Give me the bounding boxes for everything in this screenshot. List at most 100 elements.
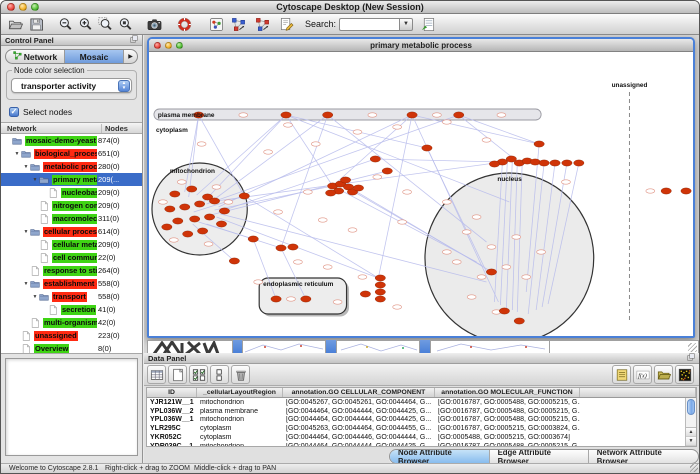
close-button[interactable]: [7, 3, 15, 11]
column-header[interactable]: ID: [147, 388, 197, 397]
new-attribute-icon[interactable]: [168, 365, 187, 384]
tree-row[interactable]: ▼biological_process651(0): [1, 147, 142, 160]
layout-red-icon[interactable]: [253, 15, 271, 33]
tree-row[interactable]: cell communicat22(0): [1, 251, 142, 264]
float-panel-icon[interactable]: [687, 353, 695, 363]
background-window[interactable]: [336, 340, 420, 353]
tab-network[interactable]: Network: [6, 50, 65, 63]
minimize-button[interactable]: [19, 3, 27, 11]
network-zoom-button[interactable]: [176, 42, 183, 49]
search-dropdown-arrow-icon[interactable]: ▼: [399, 18, 413, 31]
tree-row[interactable]: ▼primary metabo209(...: [1, 173, 142, 186]
table-cell: mitochondrion: [197, 399, 283, 406]
tree-row[interactable]: unassigned223(0): [1, 329, 142, 342]
expand-arrow-icon[interactable]: ▼: [22, 229, 30, 235]
search-input[interactable]: [339, 18, 399, 31]
vizmapper-icon[interactable]: [207, 15, 225, 33]
matrix-view-icon[interactable]: [675, 365, 694, 384]
import-attributes-icon[interactable]: [654, 365, 673, 384]
attribute-table-row[interactable]: YJR121W__1mitochondrion[GO:0045267, GO:0…: [147, 398, 685, 407]
background-window[interactable]: [430, 340, 550, 353]
main-toolbar: Search: ▼: [1, 14, 699, 35]
tab-node-attribute-browser[interactable]: Node Attribute Browser: [390, 450, 490, 463]
attribute-table-row[interactable]: YLR295Ccytoplasm[GO:0045263, GO:0044464,…: [147, 424, 685, 433]
tree-row[interactable]: response to stimulu264(0): [1, 264, 142, 277]
table-vertical-scrollbar[interactable]: ▲ ▼: [685, 398, 696, 446]
zoom-in-icon[interactable]: [76, 15, 94, 33]
column-header[interactable]: annotation.GO MOLECULAR_FUNCTION: [435, 388, 580, 397]
tree-row-label: cell communicat: [52, 253, 97, 263]
tree-col-nodes[interactable]: Nodes: [102, 124, 142, 133]
attribute-table-icon[interactable]: [147, 365, 166, 384]
help-icon[interactable]: [175, 15, 193, 33]
float-panel-icon[interactable]: [130, 35, 138, 45]
tree-row[interactable]: ▼metabolic process280(0): [1, 160, 142, 173]
tree-row[interactable]: ▼transport558(0): [1, 290, 142, 303]
snapshot-icon[interactable]: [145, 15, 163, 33]
tree-row[interactable]: Overview8(0): [1, 342, 142, 353]
scrollbar-thumb[interactable]: [687, 399, 695, 415]
network-window-titlebar[interactable]: primary metabolic process: [149, 39, 693, 52]
network-graph[interactable]: plasma membranecytoplasmmitochondrionnuc…: [149, 52, 693, 336]
tree-row[interactable]: nitrogen compo209(0): [1, 199, 142, 212]
zoom-selected-icon[interactable]: [96, 15, 114, 33]
cytoscape-window: Cytoscape Desktop (New Session) Search: …: [0, 0, 700, 474]
tree-col-network[interactable]: Network: [1, 124, 102, 133]
scroll-down-icon[interactable]: ▼: [686, 437, 696, 446]
select-nodes-checkbox[interactable]: ✓: [9, 107, 19, 117]
delete-attribute-icon[interactable]: [231, 365, 250, 384]
network-close-button[interactable]: [154, 42, 161, 49]
zoom-out-icon[interactable]: [56, 15, 74, 33]
layout-blue-icon[interactable]: [229, 15, 247, 33]
tree-row[interactable]: secretion41(0): [1, 303, 142, 316]
background-window-border: [420, 340, 430, 353]
tree-row[interactable]: multi-organism pro42(0): [1, 316, 142, 329]
column-header[interactable]: annotation.GO CELLULAR_COMPONENT: [283, 388, 435, 397]
open-session-icon[interactable]: [6, 15, 24, 33]
annotation-icon[interactable]: [277, 15, 295, 33]
tree-row[interactable]: cellular metabol209(0): [1, 238, 142, 251]
attribute-table-row[interactable]: YDR039C__1mitochondrion[GO:0044464, GO:0…: [147, 442, 685, 446]
data-panel-toolbar: f(x): [144, 364, 699, 386]
tree-row[interactable]: macromolecule311(0): [1, 212, 142, 225]
zoom-window-button[interactable]: [31, 3, 39, 11]
background-window[interactable]: [242, 340, 326, 353]
window-resize-grip[interactable]: [688, 343, 697, 352]
node-color-dropdown[interactable]: transporter activity ▲▼: [11, 78, 132, 93]
tab-edge-attribute-browser[interactable]: Edge Attribute Browser: [490, 450, 589, 463]
function-builder-icon[interactable]: f(x): [633, 365, 652, 384]
table-cell: [GO:0044464, GO:0044446, GO:0044444, G..…: [283, 434, 435, 441]
tab-network-attribute-browser[interactable]: Network Attribute Browser: [589, 450, 698, 463]
tree-row[interactable]: nucleobase-c209(0): [1, 186, 142, 199]
expand-arrow-icon[interactable]: ▼: [22, 281, 30, 287]
control-panel-tabs: Network Mosaic ▶: [5, 49, 138, 64]
search-label: Search:: [305, 19, 336, 29]
unselect-attributes-icon[interactable]: [210, 365, 229, 384]
import-table-icon[interactable]: [419, 15, 437, 33]
save-session-icon[interactable]: [27, 15, 45, 33]
background-window[interactable]: [550, 340, 699, 353]
attribute-table-row[interactable]: YPL036W__2plasma membrane[GO:0044464, GO…: [147, 407, 685, 416]
expand-arrow-icon[interactable]: ▼: [31, 177, 39, 183]
select-attributes-icon[interactable]: [189, 365, 208, 384]
tree-row[interactable]: mosaic-demo-yeast874(0): [1, 134, 142, 147]
network-minimize-button[interactable]: [165, 42, 172, 49]
network-view-window[interactable]: primary metabolic process plasma membran…: [147, 37, 695, 338]
expand-arrow-icon[interactable]: ▼: [22, 164, 30, 170]
attribute-editor-icon[interactable]: [612, 365, 631, 384]
scroll-up-icon[interactable]: ▲: [686, 428, 696, 437]
tree-row[interactable]: ▼cellular process614(0): [1, 225, 142, 238]
tab-mosaic[interactable]: Mosaic: [65, 50, 124, 63]
tree-row[interactable]: ▼establishment of lo558(0): [1, 277, 142, 290]
attribute-table-row[interactable]: YKR052Ccytoplasm[GO:0044464, GO:0044446,…: [147, 433, 685, 442]
app-resize-grip[interactable]: [690, 464, 698, 472]
expand-arrow-icon[interactable]: ▼: [31, 294, 39, 300]
network-canvas[interactable]: plasma membranecytoplasmmitochondrionnuc…: [149, 52, 693, 336]
expand-arrow-icon[interactable]: ▼: [13, 151, 21, 157]
background-window[interactable]: [147, 340, 233, 353]
zoom-fit-icon[interactable]: [116, 15, 134, 33]
column-header[interactable]: _cellularLayoutRegion: [197, 388, 283, 397]
tab-overflow-arrow[interactable]: ▶: [124, 50, 137, 63]
attribute-table-row[interactable]: YPL036W__1mitochondrion[GO:0044464, GO:0…: [147, 416, 685, 425]
birdseye-view[interactable]: [5, 358, 138, 456]
